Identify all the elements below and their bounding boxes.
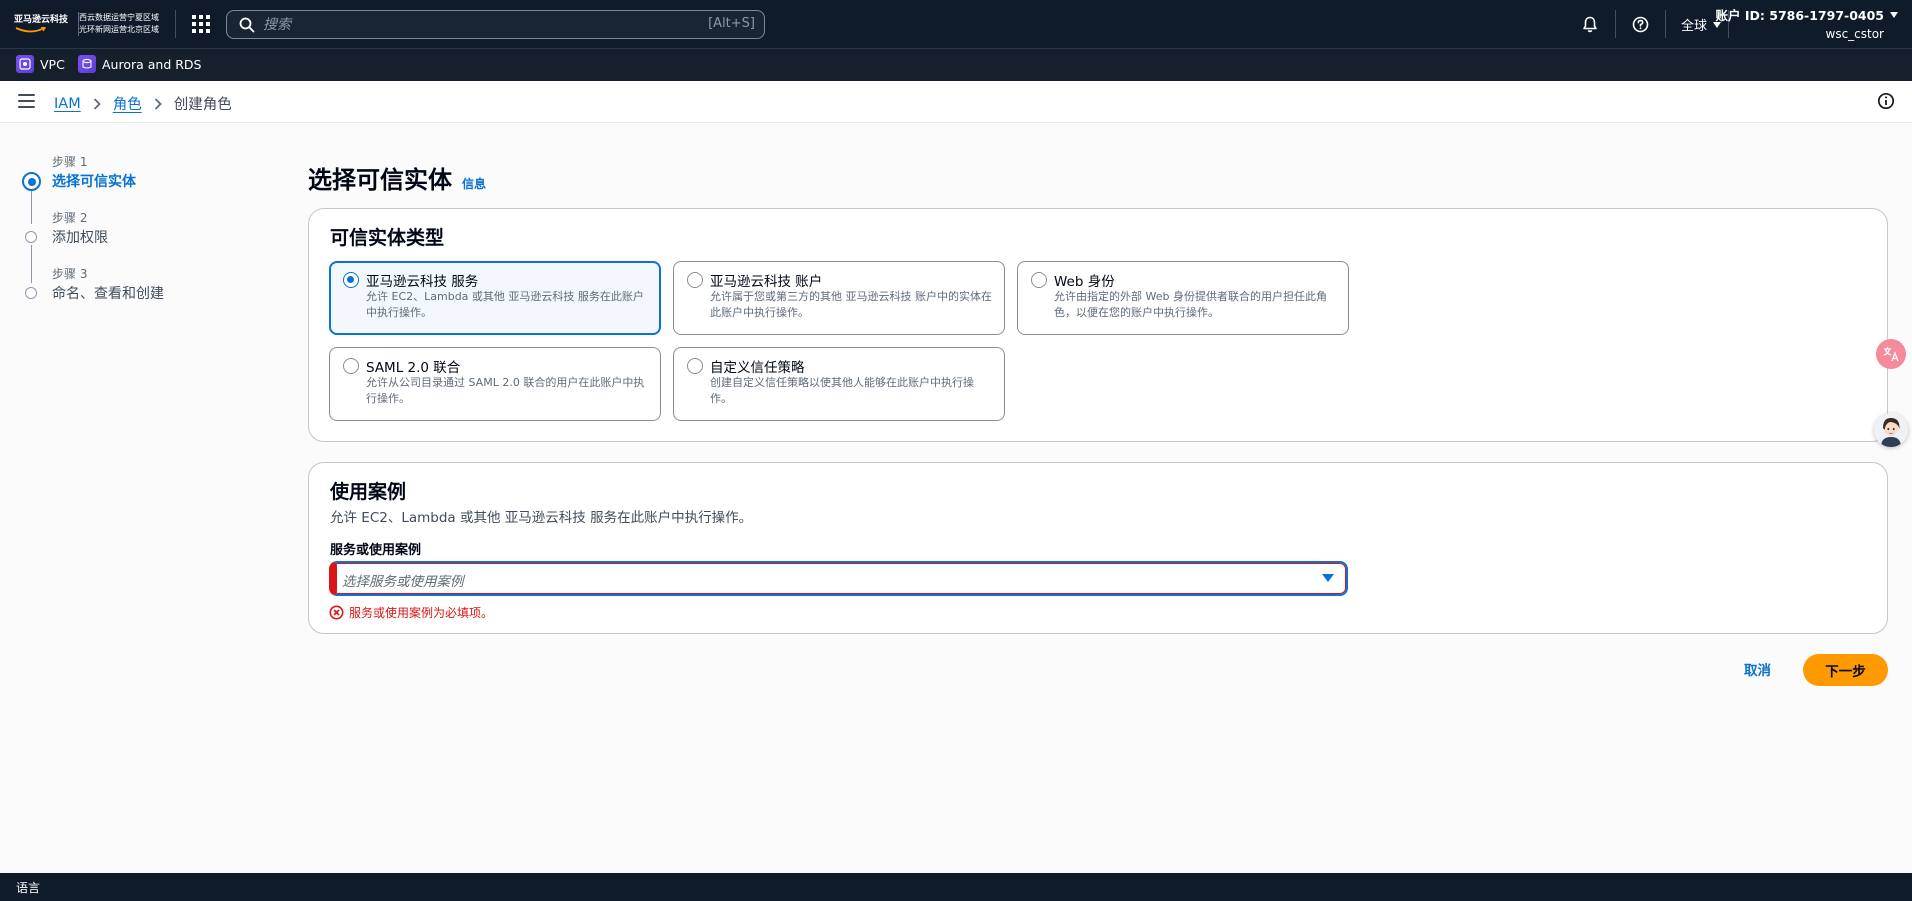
smile-arrow-icon [15, 27, 47, 33]
validation-error: 服务或使用案例为必填项。 [329, 604, 493, 621]
menu-icon[interactable] [18, 94, 35, 108]
favorite-label: VPC [40, 56, 65, 72]
divider [175, 10, 176, 38]
section-title: 可信实体类型 [330, 227, 445, 249]
info-link[interactable]: 信息 [462, 175, 486, 192]
radio-button[interactable] [343, 272, 359, 288]
favorite-aurora-rds[interactable]: Aurora and RDS [78, 55, 202, 73]
select-placeholder: 选择服务或使用案例 [342, 574, 464, 590]
section-title: 使用案例 [330, 481, 407, 503]
footer: 语言 [0, 873, 1912, 901]
vpc-icon [16, 55, 34, 73]
divider [1665, 10, 1666, 38]
account-id: 账户 ID: 5786-1797-0405 [1715, 8, 1884, 23]
radio-button[interactable] [1031, 272, 1047, 288]
next-button[interactable]: 下一步 [1803, 654, 1888, 686]
services-grid-icon[interactable] [192, 15, 210, 33]
entity-option-custom-trust-policy[interactable]: 自定义信任策略 创建自定义信任策略以使其他人能够在此账户中执行操作。 [673, 347, 1005, 421]
top-navigation: 亚马逊云科技 西云数据运营宁夏区域 光环新网运营北京区域 [Alt+S] [0, 0, 1912, 48]
step-connector [31, 245, 32, 283]
step-number: 步骤 3 [52, 267, 88, 281]
translate-icon[interactable] [1876, 339, 1906, 369]
bell-icon [1583, 16, 1597, 32]
region-operator-text: 西云数据运营宁夏区域 光环新网运营北京区域 [78, 12, 159, 36]
brand-name: 亚马逊云科技 [14, 15, 69, 25]
step-indicator-icon [22, 172, 41, 191]
radio-button[interactable] [343, 358, 359, 374]
search-icon [239, 17, 255, 33]
search-box[interactable]: [Alt+S] [226, 10, 765, 39]
error-icon [329, 605, 344, 620]
field-label: 服务或使用案例 [330, 543, 422, 558]
caret-down-icon [1890, 11, 1898, 18]
step-number: 步骤 2 [52, 211, 88, 225]
region-label: 全球 [1681, 19, 1708, 34]
option-label: 自定义信任策略 [710, 360, 805, 376]
search-input[interactable] [263, 11, 663, 38]
account-username: wsc_cstor [1825, 27, 1885, 41]
favorites-bar: VPC Aurora and RDS [0, 48, 1912, 81]
info-icon[interactable] [1877, 92, 1895, 114]
divider [1615, 10, 1616, 38]
step-title: 命名、查看和创建 [52, 286, 164, 302]
rds-icon [78, 55, 96, 73]
entity-option-web-identity[interactable]: Web 身份 允许由指定的外部 Web 身份提供者联合的用户担任此角色，以便在您… [1017, 261, 1349, 335]
option-description: 允许从公司目录通过 SAML 2.0 联合的用户在此账户中执行操作。 [366, 376, 645, 405]
caret-down-icon [1322, 574, 1334, 582]
notifications-button[interactable] [1578, 12, 1602, 36]
step-indicator-icon [25, 287, 37, 299]
search-shortcut-hint: [Alt+S] [708, 16, 755, 31]
entity-option-aws-account[interactable]: 亚马逊云科技 账户 允许属于您或第三方的其他 亚马逊云科技 账户中的实体在此账户… [673, 261, 1005, 335]
service-use-case-select[interactable]: 选择服务或使用案例 [329, 561, 1348, 596]
chevron-right-icon [154, 97, 162, 110]
option-description: 允许 EC2、Lambda 或其他 亚马逊云科技 服务在此账户中执行操作。 [366, 290, 644, 319]
breadcrumb-bar: IAM 角色 创建角色 [0, 81, 1912, 123]
favorite-label: Aurora and RDS [102, 56, 202, 72]
option-label: 亚马逊云科技 服务 [366, 274, 479, 290]
help-button[interactable] [1628, 12, 1652, 36]
option-label: 亚马逊云科技 账户 [710, 274, 823, 290]
breadcrumb-iam[interactable]: IAM [54, 96, 81, 112]
breadcrumb: IAM 角色 创建角色 [54, 93, 232, 114]
region-line-2: 光环新网运营北京区域 [79, 25, 159, 34]
option-description: 允许属于您或第三方的其他 亚马逊云科技 账户中的实体在此账户中执行操作。 [710, 290, 992, 319]
favorite-vpc[interactable]: VPC [16, 55, 65, 73]
radio-button[interactable] [687, 272, 703, 288]
language-selector[interactable]: 语言 [16, 879, 40, 896]
page-title: 选择可信实体 [308, 166, 452, 194]
region-line-1: 西云数据运营宁夏区域 [79, 13, 159, 22]
option-description: 创建自定义信任策略以使其他人能够在此账户中执行操作。 [710, 376, 974, 405]
option-description: 允许由指定的外部 Web 身份提供者联合的用户担任此角色，以便在您的账户中执行操… [1054, 290, 1327, 319]
account-menu[interactable]: 账户 ID: 5786-1797-0405 wsc_cstor [1716, 5, 1898, 41]
option-label: Web 身份 [1054, 274, 1115, 290]
step-title: 添加权限 [52, 230, 108, 246]
assistant-avatar[interactable] [1874, 413, 1908, 447]
entity-option-saml-federation[interactable]: SAML 2.0 联合 允许从公司目录通过 SAML 2.0 联合的用户在此账户… [329, 347, 661, 421]
brand-logo[interactable]: 亚马逊云科技 [14, 12, 70, 36]
chevron-right-icon [93, 97, 101, 110]
error-message: 服务或使用案例为必填项。 [349, 606, 494, 620]
breadcrumb-roles[interactable]: 角色 [113, 93, 142, 114]
option-label: SAML 2.0 联合 [366, 360, 461, 376]
use-case-container: 使用案例 允许 EC2、Lambda 或其他 亚马逊云科技 服务在此账户中执行操… [308, 462, 1888, 634]
cancel-button[interactable]: 取消 [1744, 659, 1771, 679]
step-title: 选择可信实体 [52, 174, 136, 190]
radio-button[interactable] [687, 358, 703, 374]
step-number: 步骤 1 [52, 155, 88, 169]
step-indicator-icon [25, 231, 37, 243]
entity-option-aws-service[interactable]: 亚马逊云科技 服务 允许 EC2、Lambda 或其他 亚马逊云科技 服务在此账… [329, 261, 661, 335]
step-connector [31, 191, 32, 224]
trusted-entity-container: 可信实体类型 亚马逊云科技 服务 允许 EC2、Lambda 或其他 亚马逊云科… [308, 208, 1888, 442]
breadcrumb-current: 创建角色 [173, 97, 232, 113]
section-description: 允许 EC2、Lambda 或其他 亚马逊云科技 服务在此账户中执行操作。 [330, 510, 753, 526]
page-header: 选择可信实体 信息 [308, 160, 486, 195]
help-icon [1632, 16, 1648, 32]
